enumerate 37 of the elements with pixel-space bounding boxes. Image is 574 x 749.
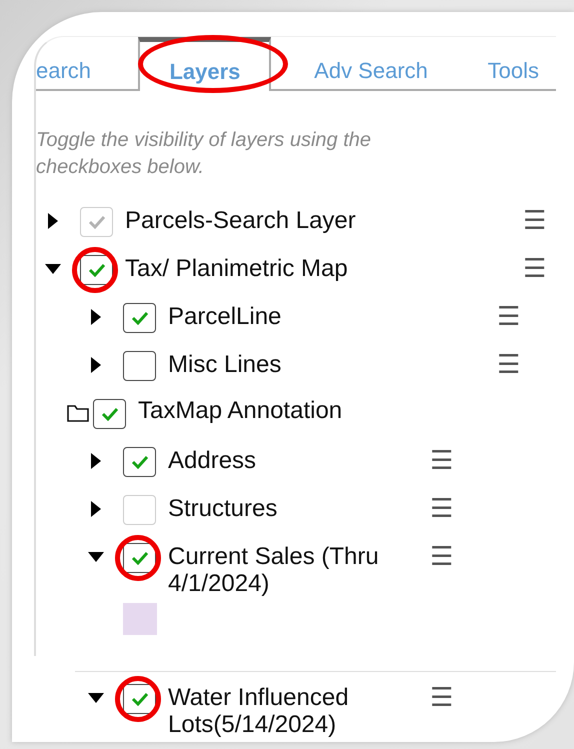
menu-button[interactable]: ☰ [497, 303, 520, 330]
layer-label: Current Sales (Thru 4/1/2024) [168, 543, 380, 597]
menu-button[interactable]: ☰ [430, 447, 453, 474]
menu-button[interactable]: ☰ [430, 543, 453, 570]
checkbox[interactable] [123, 543, 156, 573]
checkbox[interactable] [80, 255, 113, 285]
layer-label: Address [168, 447, 258, 474]
check-icon [100, 407, 118, 421]
menu-button[interactable]: ☰ [430, 684, 453, 711]
check-icon [88, 263, 106, 277]
check-icon [130, 692, 148, 706]
collapse-caret-icon[interactable] [45, 264, 61, 274]
check-icon [130, 551, 148, 565]
expand-caret-icon[interactable] [91, 453, 101, 469]
checkbox[interactable] [123, 303, 156, 333]
checkbox[interactable] [123, 684, 156, 714]
collapse-caret-icon[interactable] [88, 693, 104, 703]
check-icon [130, 311, 148, 325]
layer-label: ParcelLine [168, 303, 282, 330]
menu-button[interactable]: ☰ [497, 351, 520, 378]
folder-icon[interactable] [67, 404, 89, 422]
checkbox[interactable] [123, 351, 156, 381]
menu-button[interactable]: ☰ [523, 255, 546, 282]
check-icon [88, 215, 106, 229]
instructions-text: Toggle the visibility of layers using the checkboxes below. [36, 128, 372, 180]
layer-label: Water Influenced Lots(5/14/2024) [168, 684, 350, 738]
layer-label: Misc Lines [168, 351, 282, 378]
layer-label: Parcels-Search Layer [125, 207, 357, 234]
layer-label: Structures [168, 495, 278, 522]
collapse-caret-icon[interactable] [88, 552, 104, 562]
checkbox[interactable] [93, 399, 126, 429]
expand-caret-icon[interactable] [91, 357, 101, 373]
check-icon [130, 455, 148, 469]
layer-label: TaxMap Annotation [138, 397, 344, 424]
checkbox[interactable] [123, 447, 156, 477]
expand-caret-icon[interactable] [91, 309, 101, 325]
layer-label: Tax/ Planimetric Map [125, 255, 349, 282]
